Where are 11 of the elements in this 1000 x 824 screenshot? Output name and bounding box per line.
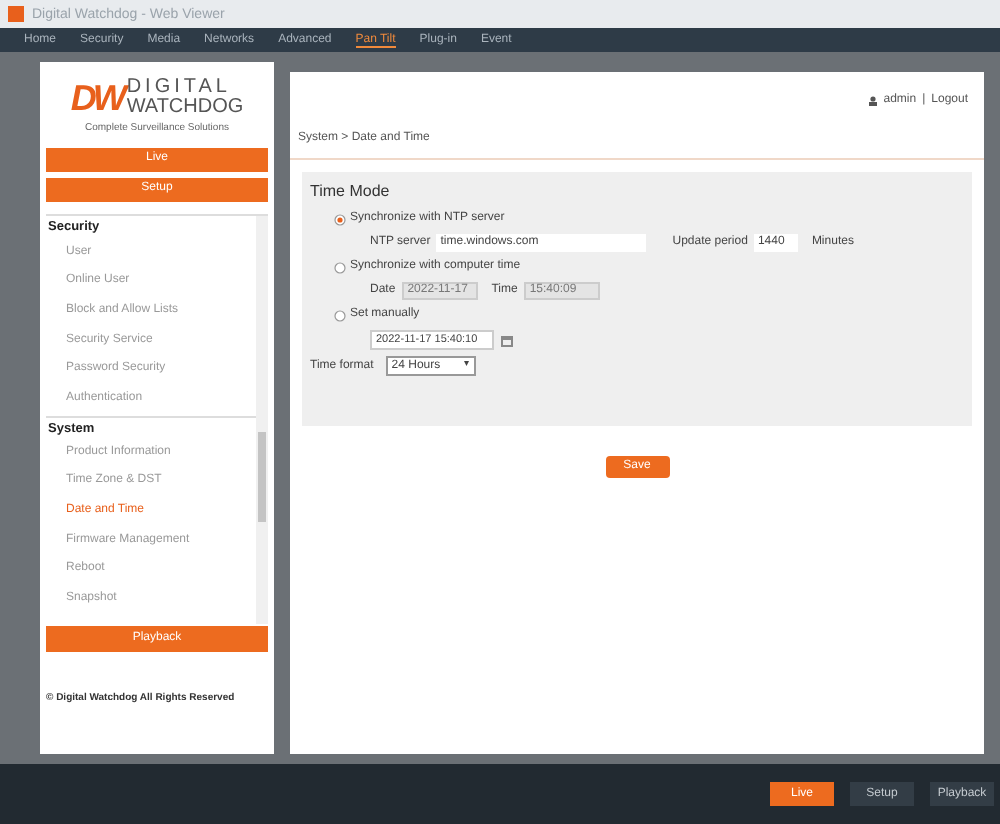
scrollbar[interactable] (256, 215, 268, 623)
user-icon (867, 96, 878, 106)
calendar-icon[interactable] (500, 333, 514, 347)
radio-button[interactable] (334, 309, 346, 321)
logo-mark: DW (70, 80, 123, 116)
brand-text: WATCHDOG (126, 98, 244, 118)
section-title: Time Mode (310, 180, 392, 204)
radio-button[interactable] (334, 213, 346, 225)
brand-text: DIGITAL (126, 78, 233, 98)
radio-button[interactable] (334, 261, 346, 273)
app-icon (8, 6, 24, 22)
